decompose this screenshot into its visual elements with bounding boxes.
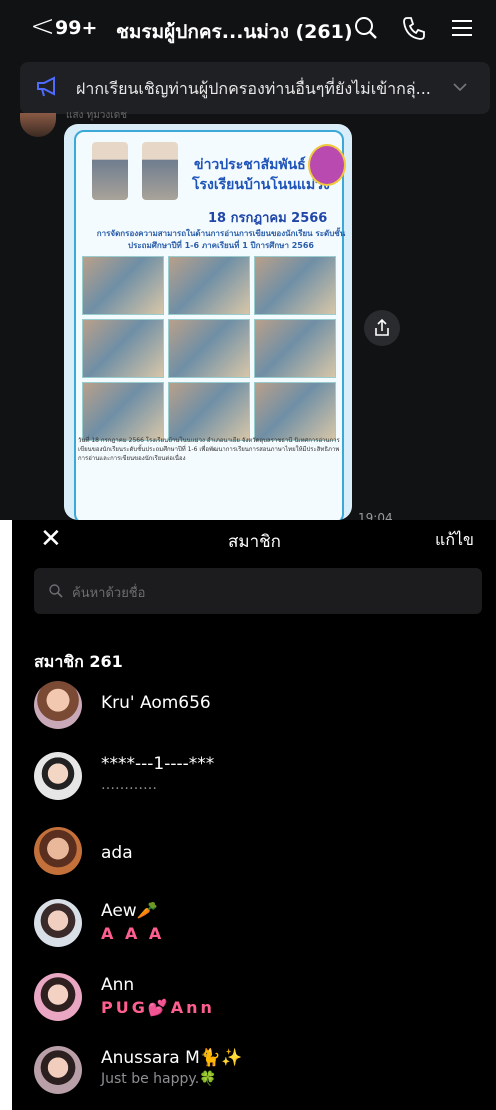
member-row[interactable]: ****---1----*** ………… <box>34 752 474 812</box>
edit-button[interactable]: แก้ไข <box>435 528 474 553</box>
sheet-title: สมาชิก <box>228 532 281 552</box>
member-row[interactable]: Kru' Aom656 <box>34 681 474 741</box>
poster-title-school: โรงเรียนบ้านโนนแม่วง <box>192 177 330 193</box>
chat-title[interactable]: ชมรมผู้ปกคร...นม่วง (261) <box>116 17 353 47</box>
search-icon[interactable] <box>352 14 380 42</box>
poster-date: 18 กรกฎาคม 2566 <box>208 211 328 226</box>
member-status: ………… <box>101 777 157 793</box>
member-name: Kru' Aom656 <box>101 693 211 713</box>
member-status: Just be happy.🍀 <box>101 1071 217 1087</box>
close-icon[interactable]: ✕ <box>40 524 62 554</box>
poster-title: ข่าวประชาสัมพันธ์ <box>194 157 306 173</box>
avatar <box>34 681 82 729</box>
avatar <box>34 752 82 800</box>
member-name: ada <box>101 843 133 863</box>
search-placeholder: ค้นหาด้วยชื่อ <box>72 586 146 601</box>
poster-photo <box>254 319 336 378</box>
back-button[interactable]: < <box>30 10 55 44</box>
poster-photo <box>168 382 250 441</box>
chat-header: < 99+ ชมรมผู้ปกคร...นม่วง (261) <box>0 0 496 56</box>
image-message[interactable]: ข่าวประชาสัมพันธ์ โรงเรียนบ้านโนนแม่วง 1… <box>64 124 352 520</box>
member-name: Ann <box>101 975 135 995</box>
members-count-label: สมาชิก 261 <box>34 652 123 671</box>
avatar <box>34 973 82 1021</box>
avatar <box>34 1046 82 1094</box>
member-row[interactable]: ada <box>34 827 474 887</box>
unread-count: 99+ <box>55 17 98 39</box>
share-icon <box>375 318 389 336</box>
poster-subtitle: การจัดกรองความสามารถในด้านการอ่านการเขีย… <box>96 229 346 250</box>
poster-body-text: วันที่ 18 กรกฎาคม 2566 โรงเรียนบ้านโนนแม… <box>78 437 340 462</box>
member-row[interactable]: Anussara M🐈✨ Just be happy.🍀 <box>34 1046 474 1106</box>
member-row[interactable]: Ann PUG💕Ann <box>34 973 474 1033</box>
search-icon <box>49 584 63 598</box>
sender-name: แสง ทุมวงเดช <box>66 110 127 121</box>
announcement-banner[interactable]: ฝากเรียนเชิญท่านผู้ปกครองท่านอื่นๆที่ยัง… <box>20 62 490 114</box>
member-name: Anussara M🐈✨ <box>101 1048 243 1068</box>
member-status: PUG💕Ann <box>101 998 215 1017</box>
poster-photo <box>82 319 164 378</box>
avatar <box>34 899 82 947</box>
phone-icon[interactable] <box>400 14 428 42</box>
avatar <box>34 827 82 875</box>
member-name: Aew🥕 <box>101 901 158 921</box>
menu-icon[interactable] <box>448 14 476 42</box>
poster-photo <box>82 256 164 315</box>
member-search-input[interactable]: ค้นหาด้วยชื่อ <box>34 568 482 614</box>
poster-photo <box>254 382 336 441</box>
poster-photo <box>82 382 164 441</box>
poster-person-photo <box>92 142 128 200</box>
member-row[interactable]: Aew🥕 A A A <box>34 899 474 959</box>
share-button[interactable] <box>364 310 400 346</box>
poster-photo <box>168 256 250 315</box>
member-name: ****---1----*** <box>101 754 215 774</box>
poster-photo <box>168 319 250 378</box>
member-status: A A A <box>101 924 165 943</box>
poster-person-photo <box>142 142 178 200</box>
chevron-down-icon[interactable] <box>452 82 468 92</box>
school-logo-icon <box>308 144 346 186</box>
poster-photo <box>254 256 336 315</box>
megaphone-icon <box>37 76 55 97</box>
announcement-text: ฝากเรียนเชิญท่านผู้ปกครองท่านอื่นๆที่ยัง… <box>76 79 431 98</box>
